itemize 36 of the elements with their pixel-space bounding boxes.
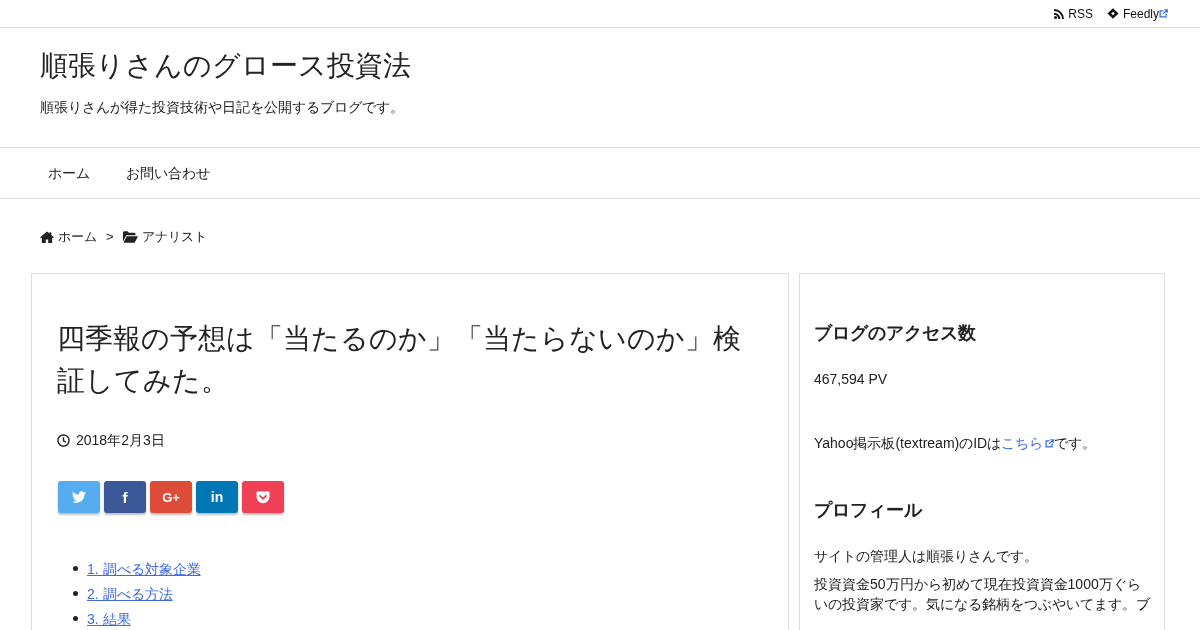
widget-text: 467,594 PV [814,370,889,389]
bullet-icon [73,566,78,571]
bird-icon [72,491,86,503]
toc-link[interactable]: 1. 調べる対象企業 [87,558,201,579]
feedly-link[interactable]: Feedly [1106,5,1168,22]
share-button[interactable] [242,481,284,513]
widget-text: Yahoo掲示板(textream)のIDは こちら です。 [814,433,1098,453]
text-link[interactable]: こちら [1001,433,1055,453]
home-icon [40,231,54,243]
site-title[interactable]: 順張りさんのグロース投資法 [40,48,411,84]
bullet-icon [73,591,78,596]
bullet-icon [73,616,78,621]
widget-text: サイトの管理人は順張りさんです。 [814,547,1039,566]
breadcrumb-separator: > [106,228,114,246]
share-button[interactable]: in [196,481,238,513]
share-button[interactable]: G+ [150,481,192,513]
widget-text: 投資資金50万円から初めて現在投資資金1000万ぐらいの投資家です。気になる銘柄をつぶやいてます。ブ [814,575,1151,614]
breadcrumb-link[interactable]: ホーム [40,227,97,247]
widget-heading: プロフィール [814,499,922,522]
breadcrumb-link[interactable]: アナリスト [122,227,207,247]
share-button[interactable] [58,481,100,513]
toc-link[interactable]: 2. 調べる方法 [87,583,173,604]
post-date: 2018年2月3日 [76,431,165,450]
toc-link[interactable]: 3. 結果 [87,608,131,629]
nav-link[interactable]: ホーム [30,148,108,198]
nav-link[interactable]: お問い合わせ [108,148,228,198]
pocket-icon [256,490,270,504]
widget-heading: ブログのアクセス数 [814,322,976,345]
article-title: 四季報の予想は「当たるのか」「当たらないのか」検証してみた。 [57,322,742,398]
rss-icon [1054,8,1065,19]
share-button[interactable]: f [104,481,146,513]
site-tagline: 順張りさんが得た投資技術や日記を公開するブログです。 [40,98,404,117]
clock-icon [57,433,70,447]
rss-link[interactable]: RSS [1054,5,1093,22]
folder-icon [122,231,138,243]
diamond-icon [1106,8,1119,19]
